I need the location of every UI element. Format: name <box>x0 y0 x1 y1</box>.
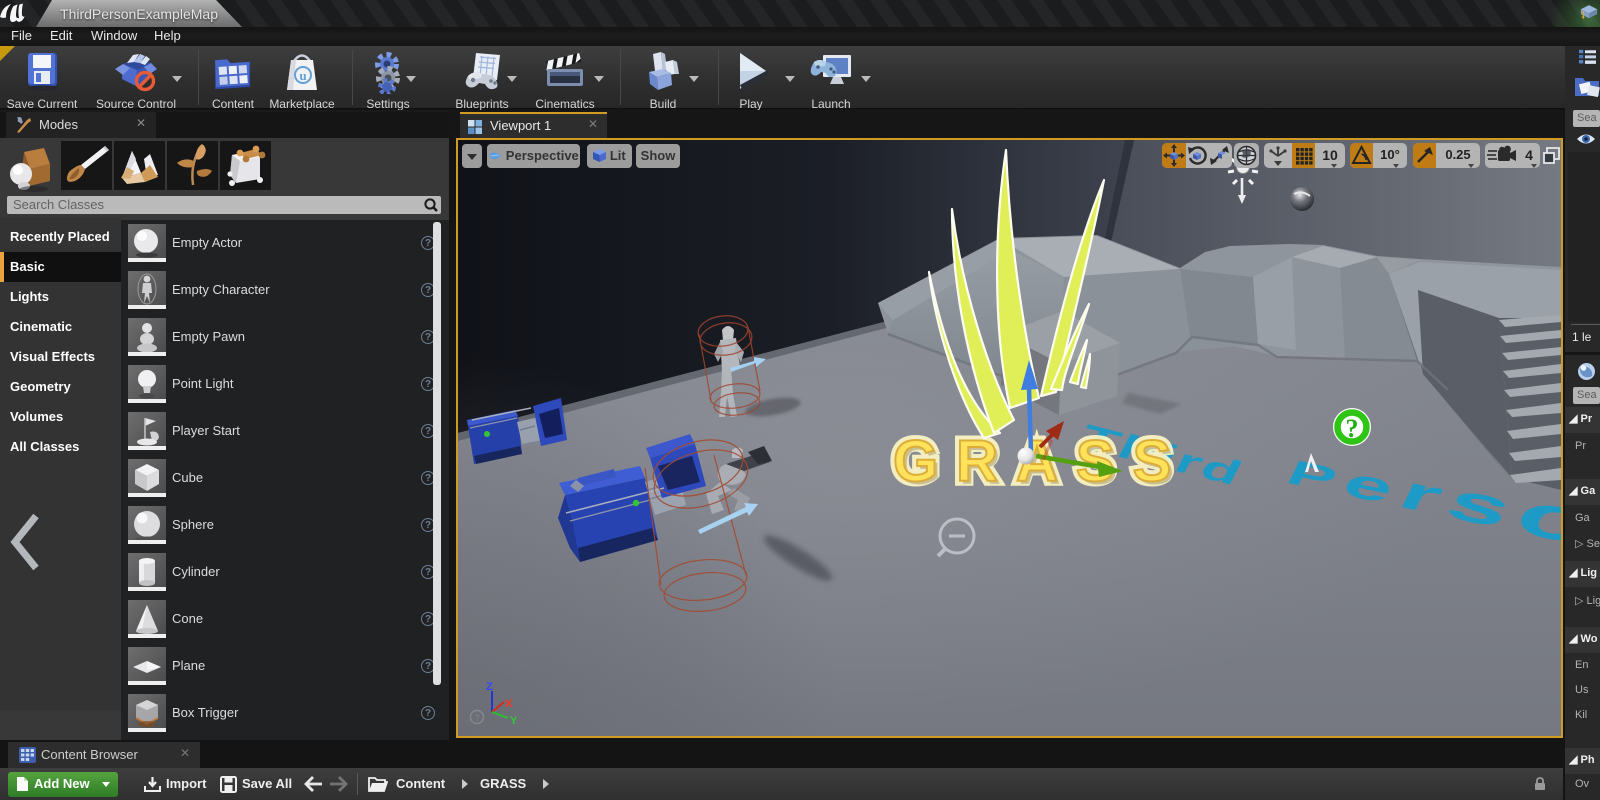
svg-text:GRASS: GRASS <box>893 429 1189 494</box>
svg-text:X: X <box>505 698 513 710</box>
svg-text:u: u <box>299 68 306 83</box>
svg-text:Z: Z <box>486 681 493 693</box>
svg-text:Y: Y <box>510 715 518 727</box>
svg-text:?: ? <box>1346 414 1359 443</box>
svg-text:?: ? <box>474 713 479 723</box>
